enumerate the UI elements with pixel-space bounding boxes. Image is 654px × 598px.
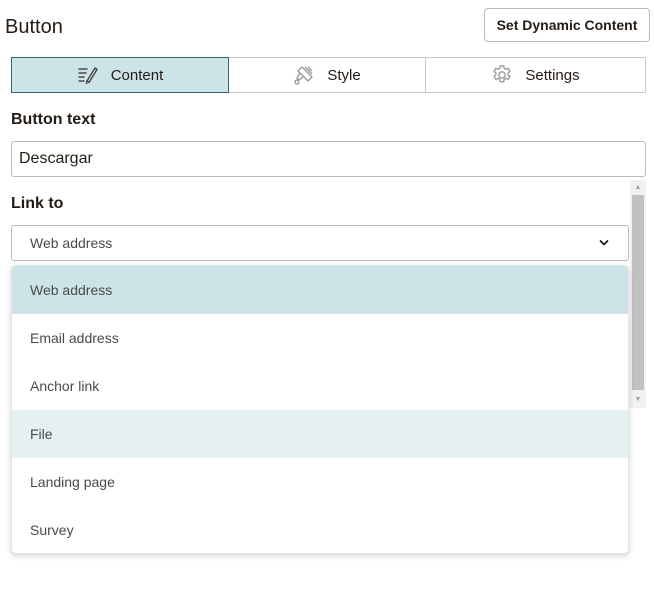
tab-settings[interactable]: Settings: [426, 57, 646, 93]
paint-brush-icon: [293, 64, 315, 86]
scroll-down-arrow-icon[interactable]: ▼: [630, 392, 646, 406]
tab-settings-label: Settings: [525, 66, 580, 84]
dropdown-option-landing-page[interactable]: Landing page: [12, 458, 628, 506]
link-to-label: Link to: [11, 195, 64, 212]
dropdown-option-survey[interactable]: Survey: [12, 506, 628, 553]
pencil-lines-icon: [77, 64, 99, 86]
scroll-up-arrow-icon[interactable]: ▲: [630, 180, 646, 194]
gear-icon: [491, 64, 513, 86]
link-to-selected-value: Web address: [30, 235, 113, 251]
set-dynamic-content-button[interactable]: Set Dynamic Content: [484, 8, 650, 42]
button-text-label: Button text: [11, 111, 96, 128]
button-editor-panel: Button Set Dynamic Content Content Style…: [0, 0, 654, 598]
tab-style-label: Style: [327, 66, 361, 84]
panel-title: Button: [5, 16, 63, 38]
link-to-dropdown-menu: Web address Email address Anchor link Fi…: [11, 265, 629, 554]
tab-content-label: Content: [110, 66, 164, 84]
scrollbar[interactable]: ▲ ▼: [630, 180, 646, 408]
scroll-thumb[interactable]: [632, 195, 644, 390]
tab-style[interactable]: Style: [229, 57, 426, 93]
link-to-select[interactable]: Web address: [11, 225, 629, 261]
editor-tabs: Content Style Settings: [11, 57, 646, 93]
button-text-input[interactable]: Descargar: [11, 141, 646, 177]
dropdown-option-web-address[interactable]: Web address: [12, 266, 628, 314]
tab-content[interactable]: Content: [11, 57, 229, 93]
dropdown-option-anchor-link[interactable]: Anchor link: [12, 362, 628, 410]
dropdown-option-email-address[interactable]: Email address: [12, 314, 628, 362]
chevron-down-icon: [598, 237, 610, 249]
dropdown-option-file[interactable]: File: [12, 410, 628, 458]
